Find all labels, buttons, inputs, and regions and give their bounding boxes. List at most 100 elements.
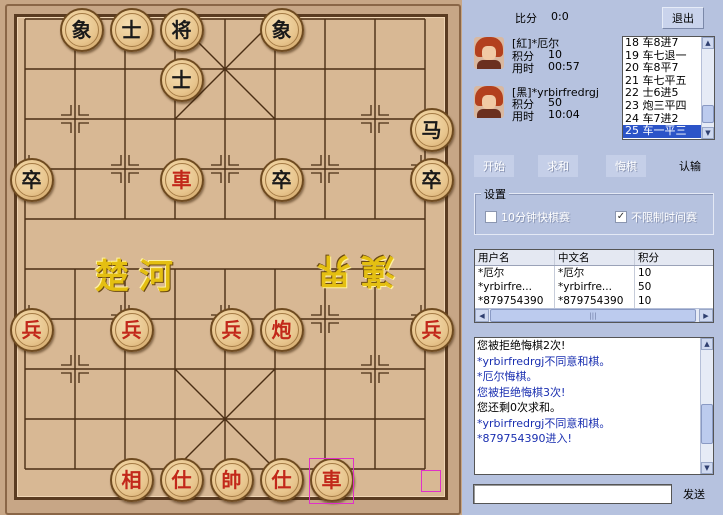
table-cell: 10	[638, 267, 652, 279]
table-cell: 50	[638, 281, 652, 293]
scroll-down-arrow-icon[interactable]: ▼	[702, 127, 714, 139]
piece-label: 士	[171, 68, 192, 92]
chat-message: *厄尔悔棋。	[477, 370, 538, 383]
target-square-marker	[421, 470, 441, 492]
scroll-left-arrow-icon[interactable]: ◀	[475, 309, 489, 322]
black-piece[interactable]: 卒	[9, 158, 54, 202]
black-piece[interactable]: 象	[59, 8, 104, 52]
black-piece[interactable]: 将	[159, 8, 204, 52]
table-row[interactable]: *879754390 *879754390 10	[475, 294, 713, 308]
hscroll-thumb[interactable]: |||	[490, 309, 696, 322]
red-piece[interactable]: 帥	[209, 458, 254, 502]
red-piece[interactable]: 車	[159, 158, 204, 202]
piece-label: 兵	[421, 318, 442, 342]
exit-button[interactable]: 退出	[662, 7, 704, 29]
piece-label: 兵	[221, 318, 242, 342]
send-button[interactable]: 发送	[674, 483, 714, 505]
piece-label: 仕	[171, 468, 192, 492]
piece-label: 卒	[271, 168, 292, 192]
black-piece[interactable]: 卒	[409, 158, 454, 202]
chat-message: 您还剩0次求和。	[477, 401, 561, 414]
column-header-chinese-name[interactable]: 中文名	[555, 250, 635, 265]
piece-label: 象	[271, 18, 292, 42]
scroll-right-arrow-icon[interactable]: ▶	[699, 309, 713, 322]
red-piece[interactable]: 仕	[159, 458, 204, 502]
red-piece[interactable]: 兵	[9, 308, 54, 352]
move-list-item[interactable]: 25 车一平三	[623, 125, 701, 138]
piece-label: 炮	[271, 318, 292, 342]
chat-log-scrollbar[interactable]: ▲ ▼	[700, 338, 713, 474]
no-time-limit-checkbox-box[interactable]: ✓	[615, 211, 627, 223]
move-list-item[interactable]: 23 炮三平四	[623, 100, 701, 113]
piece-label: 帥	[221, 468, 242, 492]
fast-game-label: 10分钟快棋赛	[501, 211, 570, 224]
column-header-points[interactable]: 积分	[635, 250, 713, 265]
scroll-down-arrow-icon[interactable]: ▼	[701, 462, 713, 474]
chess-board[interactable]: 楚河 漢界	[14, 14, 448, 500]
chess-board-frame: 楚河 漢界 象士将象士马卒車卒卒兵兵兵炮兵相仕帥仕車	[0, 0, 462, 515]
request-draw-button[interactable]: 求和	[538, 155, 578, 177]
chat-messages: 您被拒绝悔棋2次! *yrbirfredrgj不同意和棋。 *厄尔悔棋。 您被拒绝悔棋…	[475, 338, 713, 447]
piece-label: 兵	[121, 318, 142, 342]
table-row[interactable]: *yrbirfre... *yrbirfre... 50	[475, 280, 713, 294]
scroll-up-arrow-icon[interactable]: ▲	[701, 338, 713, 350]
black-piece[interactable]: 卒	[259, 158, 304, 202]
table-cell: *yrbirfre...	[555, 280, 635, 294]
users-table-header: 用户名 中文名 积分	[475, 250, 713, 266]
move-list-item[interactable]: 18 车8进7	[623, 37, 701, 50]
piece-label: 马	[421, 118, 442, 142]
piece-label: 兵	[21, 318, 42, 342]
black-player-time: 10:04	[548, 108, 580, 121]
chat-log[interactable]: 您被拒绝悔棋2次! *yrbirfredrgj不同意和棋。 *厄尔悔棋。 您被拒绝悔棋…	[474, 337, 714, 475]
score-value: 0:0	[551, 10, 569, 23]
move-list-item[interactable]: 20 车8平7	[623, 62, 701, 75]
table-cell: *879754390	[475, 294, 555, 308]
chat-message: *yrbirfredrgj不同意和棋。	[477, 416, 611, 430]
chat-input[interactable]	[473, 484, 672, 504]
table-row[interactable]: *厄尔 *厄尔 10	[475, 266, 713, 280]
move-list[interactable]: 18 车8进7 19 车七退一 20 车8平7 21 车七平五 22 士6进5 23 炮三…	[622, 36, 715, 140]
fast-game-checkbox[interactable]: 10分钟快棋赛	[485, 209, 570, 225]
move-list-item[interactable]: 21 车七平五	[623, 75, 701, 88]
red-piece[interactable]: 兵	[409, 308, 454, 352]
start-button[interactable]: 开始	[474, 155, 514, 177]
red-piece[interactable]: 兵	[209, 308, 254, 352]
piece-label: 象	[71, 18, 92, 42]
no-time-limit-label: 不限制时间赛	[631, 211, 697, 224]
piece-label: 卒	[21, 168, 42, 192]
move-list-scrollbar[interactable]: ▲ ▼	[701, 37, 714, 139]
chat-message: 您被拒绝悔棋3次!	[477, 385, 566, 399]
red-piece[interactable]: 兵	[109, 308, 154, 352]
black-piece[interactable]: 士	[159, 58, 204, 102]
settings-group: 设置 10分钟快棋赛 ✓ 不限制时间赛	[474, 186, 714, 235]
red-player-time-label: 用时	[512, 62, 534, 75]
move-list-item[interactable]: 24 车7进2	[623, 113, 701, 126]
red-piece[interactable]: 相	[109, 458, 154, 502]
piece-label: 相	[121, 468, 142, 492]
scroll-thumb[interactable]	[702, 105, 714, 123]
settings-title: 设置	[481, 186, 509, 202]
red-piece[interactable]: 仕	[259, 458, 304, 502]
column-header-username[interactable]: 用户名	[475, 250, 555, 265]
black-piece[interactable]: 士	[109, 8, 154, 52]
no-time-limit-checkbox[interactable]: ✓ 不限制时间赛	[615, 209, 697, 225]
fast-game-checkbox-box[interactable]	[485, 211, 497, 223]
move-list-item[interactable]: 19 车七退一	[623, 50, 701, 63]
black-player-avatar	[474, 86, 504, 118]
users-table[interactable]: 用户名 中文名 积分 *厄尔 *厄尔 10 *yrbirfre... *yrbi…	[474, 249, 714, 323]
piece-label: 卒	[421, 168, 442, 192]
scroll-up-arrow-icon[interactable]: ▲	[702, 37, 714, 49]
undo-move-button[interactable]: 悔棋	[606, 155, 646, 177]
piece-label: 車	[321, 468, 342, 492]
red-player-avatar	[474, 37, 504, 69]
black-player-time-label: 用时	[512, 110, 534, 123]
side-panel: 比分 0:0 退出 [紅]*厄尔 积分 10 用时 00:57 [黑]*yrbi…	[462, 0, 723, 515]
red-piece[interactable]: 炮	[259, 308, 304, 352]
users-table-hscrollbar[interactable]: ◀ ||| ▶	[475, 308, 713, 322]
move-list-item[interactable]: 22 士6进5	[623, 87, 701, 100]
resign-button[interactable]: 认输	[668, 155, 712, 177]
black-piece[interactable]: 象	[259, 8, 304, 52]
scroll-thumb[interactable]	[701, 404, 713, 444]
red-player-time: 00:57	[548, 60, 580, 73]
black-piece[interactable]: 马	[409, 108, 454, 152]
